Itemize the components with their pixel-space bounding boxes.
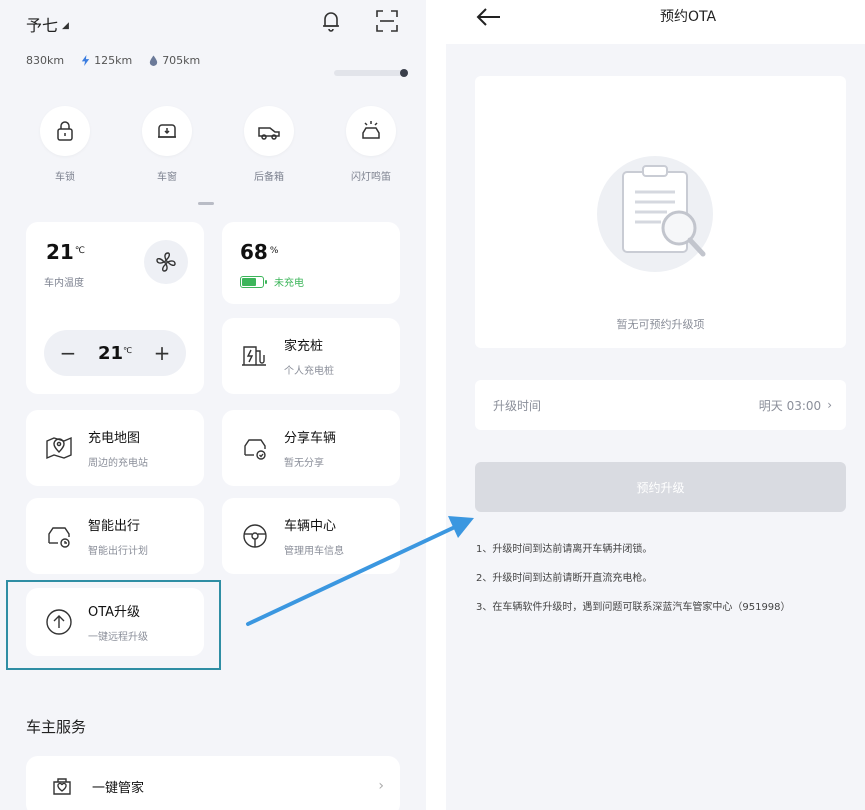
trunk-icon [258, 127, 280, 140]
car-window-icon [158, 124, 176, 138]
upgrade-time-value: 明天 03:00 › [758, 398, 832, 413]
home-charger-icon [242, 346, 266, 366]
quick-action-lock[interactable]: 车锁 [20, 106, 110, 183]
reserve-ota-screen: 预约OTA 暂无可预约升级项 升级时间 明天 03:00 › 预约升级 1、升级… [446, 0, 865, 810]
climate-card[interactable]: 21℃ 车内温度 − 21℃ + [26, 222, 204, 394]
battery-card[interactable]: 68% 未充电 [222, 222, 400, 304]
battery-icon [240, 275, 267, 288]
butler-heart-icon [53, 778, 71, 795]
total-range: 830km [26, 54, 65, 67]
car-image-edge [334, 69, 408, 77]
owner-name: 予七 [26, 16, 59, 35]
fan-icon [156, 252, 176, 272]
upgrade-time-row[interactable]: 升级时间 明天 03:00 › [475, 380, 846, 430]
quick-action-window[interactable]: 车窗 [122, 106, 212, 183]
share-car-card[interactable]: 分享车辆 暂无分享 [222, 410, 400, 486]
empty-state-text: 暂无可预约升级项 [616, 318, 705, 331]
quick-actions: 车锁 车窗 后备箱 闪灯鸣笛 [20, 106, 416, 183]
map-pin-icon [46, 436, 72, 460]
lock-icon [57, 121, 73, 141]
note-item: 2、升级时间到达前请断开直流充电枪。 [476, 573, 653, 584]
increase-temp-button[interactable]: + [152, 341, 172, 365]
range-stats: 830km 125km 705km [26, 54, 200, 67]
electric-range: 125km [80, 54, 132, 67]
ota-highlight-frame [6, 580, 221, 670]
battery-percent: 68% [240, 240, 279, 264]
flash-horn-icon [362, 121, 380, 139]
note-item: 1、升级时间到达前请离开车辆并闭锁。 [476, 544, 653, 555]
page-title: 预约OTA [659, 9, 717, 25]
home-charger-card[interactable]: 家充桩 个人充电桩 [222, 318, 400, 394]
vehicle-center-card[interactable]: 车辆中心 管理用车信息 [222, 498, 400, 574]
smart-trip-icon [48, 527, 70, 548]
fan-button[interactable] [144, 240, 188, 284]
quick-action-flash-horn[interactable]: 闪灯鸣笛 [326, 106, 416, 183]
steering-wheel-icon [243, 524, 267, 548]
note-item: 3、在车辆软件升级时，遇到问题可联系深蓝汽车管家中心（951998） [476, 602, 791, 613]
one-key-butler-row[interactable]: 一键管家 › [26, 756, 400, 810]
clipboard-search-illustration [597, 156, 713, 272]
fuel-drop-icon [150, 55, 158, 66]
fuel-range: 705km [148, 54, 200, 67]
upgrade-time-label: 升级时间 [493, 398, 542, 413]
page-indicator [198, 202, 214, 205]
vehicle-selector[interactable]: 予七 ◢ [26, 12, 69, 36]
chevron-right-icon: › [378, 778, 384, 794]
scan-icon[interactable] [374, 8, 400, 34]
temperature-stepper: − 21℃ + [44, 330, 186, 376]
decrease-temp-button[interactable]: − [58, 341, 78, 365]
lightning-icon [81, 55, 90, 66]
bell-icon[interactable] [318, 8, 344, 34]
cabin-temperature: 21℃ [46, 240, 85, 264]
upgrade-notes: 1、升级时间到达前请离开车辆并闭锁。 2、升级时间到达前请断开直流充电枪。 3、… [476, 540, 865, 613]
vehicle-home-screen: 予七 ◢ 830km 125km 705km 车锁 车窗 后备箱 闪灯鸣笛 21… [0, 0, 426, 810]
cabin-temperature-label: 车内温度 [44, 278, 84, 289]
temp-setpoint: 21℃ [97, 342, 133, 364]
quick-action-trunk[interactable]: 后备箱 [224, 106, 314, 183]
empty-state-card: 暂无可预约升级项 [475, 76, 846, 348]
reserve-upgrade-button[interactable]: 预约升级 [475, 462, 846, 512]
chevron-right-icon: › [827, 398, 832, 412]
dropdown-triangle-icon: ◢ [62, 20, 69, 31]
charge-map-card[interactable]: 充电地图 周边的充电站 [26, 410, 204, 486]
share-car-icon [244, 439, 266, 460]
charging-status: 未充电 [240, 274, 304, 289]
smart-trip-card[interactable]: 智能出行 智能出行计划 [26, 498, 204, 574]
owner-services-heading: 车主服务 [26, 718, 87, 736]
